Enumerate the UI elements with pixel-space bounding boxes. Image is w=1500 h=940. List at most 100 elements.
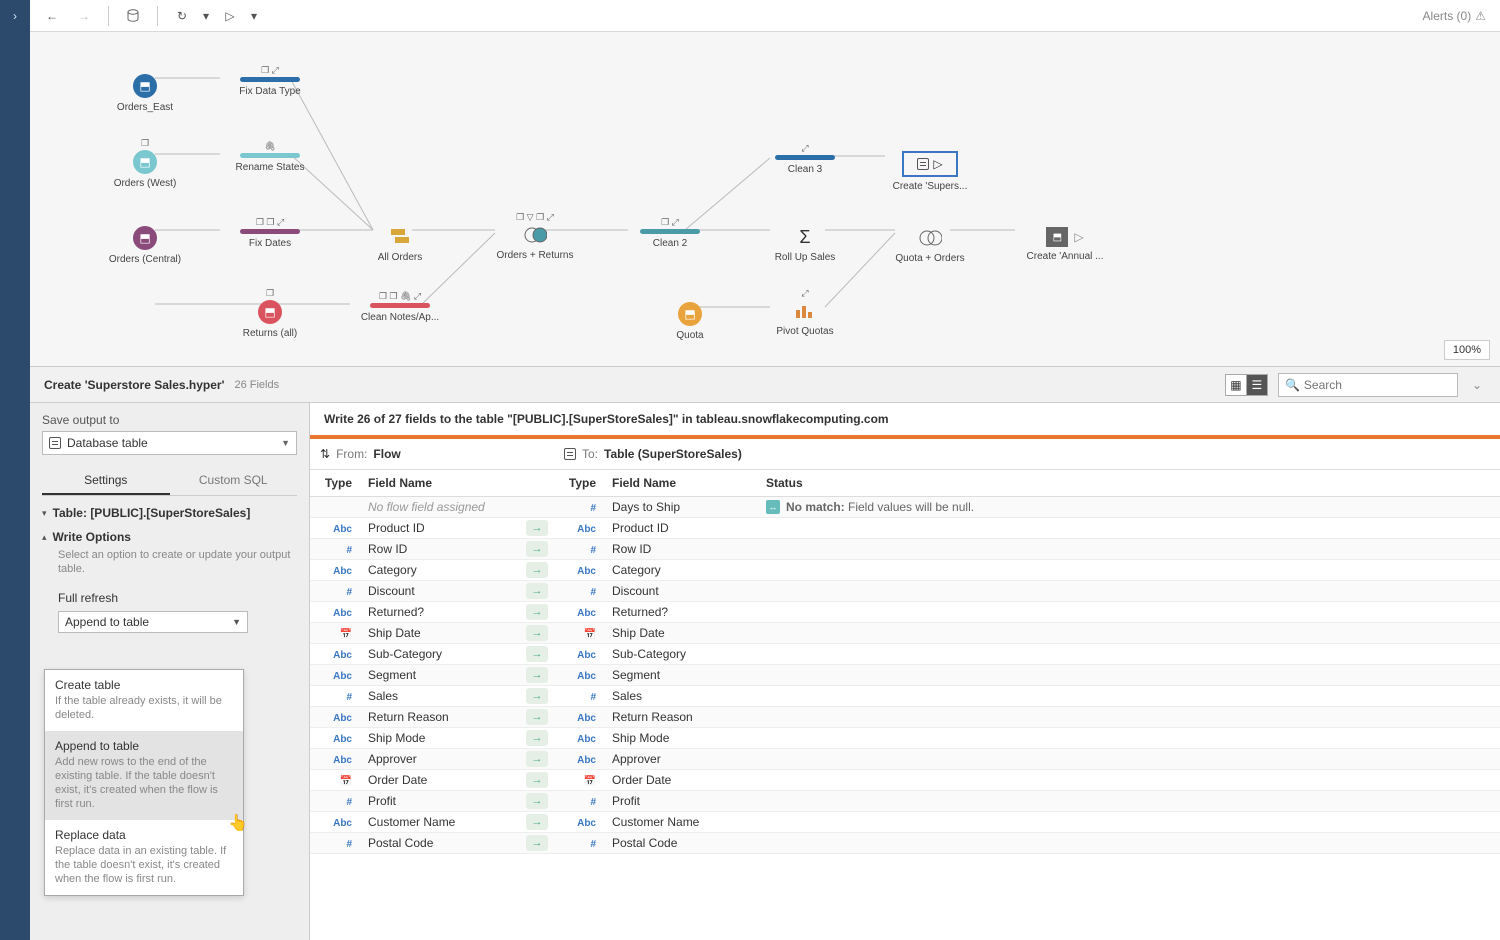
node-pivot[interactable]: ⤢ Pivot Quotas bbox=[760, 288, 850, 337]
mapping-row[interactable]: #Postal Code→#Postal Code bbox=[310, 833, 1500, 854]
datasource-icon: ⬒ bbox=[258, 300, 282, 324]
refresh-dropdown[interactable]: ▾ bbox=[200, 2, 212, 30]
mapping-rows[interactable]: No flow field assigned#Days to Ship↔No m… bbox=[310, 497, 1500, 940]
node-all-orders[interactable]: All Orders bbox=[355, 214, 445, 263]
node-orders-central[interactable]: ⬒ Orders (Central) bbox=[100, 214, 190, 265]
left-type: Abc bbox=[310, 521, 360, 535]
left-field: Approver bbox=[360, 752, 520, 766]
left-type: Abc bbox=[310, 710, 360, 724]
right-type: Abc bbox=[554, 521, 604, 535]
node-rename-states[interactable]: 🖇 Rename States bbox=[225, 141, 315, 173]
mapping-row[interactable]: AbcSegment→AbcSegment bbox=[310, 665, 1500, 686]
output-icon: ▷ bbox=[902, 151, 958, 177]
datasource-icon: ⬒ bbox=[133, 150, 157, 174]
col-field-name: Field Name bbox=[360, 470, 520, 496]
mapping-row[interactable]: AbcReturned?→AbcReturned? bbox=[310, 602, 1500, 623]
mapping-row[interactable]: AbcCategory→AbcCategory bbox=[310, 560, 1500, 581]
mapping-row[interactable]: #Row ID→#Row ID bbox=[310, 539, 1500, 560]
node-clean3[interactable]: ⤢ Clean 3 bbox=[760, 143, 850, 175]
mapping-row[interactable]: #Sales→#Sales bbox=[310, 686, 1500, 707]
mapping-row[interactable]: 📅Ship Date→📅Ship Date bbox=[310, 623, 1500, 644]
node-create-annual[interactable]: ⬒ ▷ Create 'Annual ... bbox=[1020, 215, 1110, 262]
left-field: Ship Mode bbox=[360, 731, 520, 745]
node-create-supers[interactable]: ▷ Create 'Supers... bbox=[885, 139, 975, 192]
left-type: # bbox=[310, 794, 360, 808]
map-arrow: → bbox=[520, 793, 554, 809]
left-field: No flow field assigned bbox=[360, 500, 520, 514]
mapping-row[interactable]: AbcProduct ID→AbcProduct ID bbox=[310, 518, 1500, 539]
node-quota-orders[interactable]: Quota + Orders bbox=[885, 215, 975, 264]
caret-down-icon: ▼ bbox=[281, 438, 290, 448]
left-type: # bbox=[310, 542, 360, 556]
data-icon[interactable] bbox=[119, 2, 147, 30]
mapping-row[interactable]: #Profit→#Profit bbox=[310, 791, 1500, 812]
write-summary: Write 26 of 27 fields to the table "[PUB… bbox=[310, 403, 1500, 435]
mapping-row[interactable]: AbcCustomer Name→AbcCustomer Name bbox=[310, 812, 1500, 833]
zoom-indicator[interactable]: 100% bbox=[1444, 340, 1490, 360]
view-list-button[interactable]: ☰ bbox=[1246, 374, 1268, 396]
to-label: To: bbox=[582, 447, 598, 461]
dropdown-item-create[interactable]: Create table If the table already exists… bbox=[45, 670, 243, 731]
left-field: Sales bbox=[360, 689, 520, 703]
forward-button[interactable]: → bbox=[70, 2, 98, 30]
dropdown-item-replace[interactable]: Replace data Replace data in an existing… bbox=[45, 820, 243, 895]
node-clean2[interactable]: ❐ ⤢ Clean 2 bbox=[625, 217, 715, 249]
node-orders-west[interactable]: ❐ ⬒ Orders (West) bbox=[100, 138, 190, 189]
table-section[interactable]: ▾ Table: [PUBLIC].[SuperStoreSales] bbox=[42, 506, 297, 520]
search-input[interactable] bbox=[1304, 378, 1451, 392]
node-orders-returns[interactable]: ❐ ▽ ❐ ⤢ Orders + Returns bbox=[490, 212, 580, 261]
config-tabs: Settings Custom SQL bbox=[42, 467, 297, 496]
expand-rail-icon[interactable]: › bbox=[6, 4, 24, 28]
right-type: Abc bbox=[554, 668, 604, 682]
join-icon bbox=[918, 227, 942, 249]
output-target-select[interactable]: Database table ▼ bbox=[42, 431, 297, 455]
right-type: # bbox=[554, 542, 604, 556]
flow-canvas[interactable]: ⬒ Orders_East ❐ ⬒ Orders (West) ⬒ Orders… bbox=[30, 32, 1500, 367]
to-value: Table (SuperStoreSales) bbox=[604, 447, 742, 461]
separator bbox=[108, 6, 109, 26]
mapping-row[interactable]: No flow field assigned#Days to Ship↔No m… bbox=[310, 497, 1500, 518]
view-grid-button[interactable]: ▦ bbox=[1225, 374, 1247, 396]
run-button[interactable]: ▷ bbox=[216, 2, 244, 30]
toolbar: ← → ↻ ▾ ▷ ▾ Alerts (0) ⚠ bbox=[30, 0, 1500, 32]
alerts-indicator[interactable]: Alerts (0) ⚠ bbox=[1423, 9, 1492, 23]
mapping-row[interactable]: 📅Order Date→📅Order Date bbox=[310, 770, 1500, 791]
node-quota[interactable]: ⬒ Quota bbox=[645, 290, 735, 341]
write-options-label: Write Options bbox=[53, 530, 131, 544]
left-field: Customer Name bbox=[360, 815, 520, 829]
right-type: # bbox=[554, 836, 604, 850]
left-field: Ship Date bbox=[360, 626, 520, 640]
node-fix-dates[interactable]: ❐ ❐ ⤢ Fix Dates bbox=[225, 217, 315, 249]
write-option-select[interactable]: Append to table ▼ bbox=[58, 611, 248, 633]
right-field: Segment bbox=[604, 668, 758, 682]
tab-settings[interactable]: Settings bbox=[42, 467, 170, 495]
write-options-section[interactable]: ▴ Write Options bbox=[42, 530, 297, 544]
node-orders-east[interactable]: ⬒ Orders_East bbox=[100, 62, 190, 113]
left-type: # bbox=[310, 584, 360, 598]
left-type: Abc bbox=[310, 752, 360, 766]
node-returns-all[interactable]: ❐ ⬒ Returns (all) bbox=[225, 288, 315, 339]
right-type: # bbox=[554, 794, 604, 808]
app-root: › ← → ↻ ▾ ▷ ▾ Alerts (0) ⚠ bbox=[0, 0, 1500, 940]
node-fix-data-type[interactable]: ❐ ⤢ Fix Data Type bbox=[225, 65, 315, 97]
right-field: Product ID bbox=[604, 521, 758, 535]
run-dropdown[interactable]: ▾ bbox=[248, 2, 260, 30]
right-type: 📅 bbox=[554, 626, 604, 640]
back-button[interactable]: ← bbox=[38, 2, 66, 30]
node-toolbar-icon: ❐ ⤢ bbox=[625, 217, 715, 227]
node-rollup[interactable]: Σ Roll Up Sales bbox=[760, 214, 850, 263]
mapping-row[interactable]: #Discount→#Discount bbox=[310, 581, 1500, 602]
node-clean-notes[interactable]: ❐ ❐ 🖇 ⤢ Clean Notes/Ap... bbox=[355, 291, 445, 323]
dropdown-item-append[interactable]: Append to table Add new rows to the end … bbox=[45, 731, 243, 820]
mapping-row[interactable]: AbcReturn Reason→AbcReturn Reason bbox=[310, 707, 1500, 728]
map-arrow: → bbox=[520, 583, 554, 599]
tab-custom-sql[interactable]: Custom SQL bbox=[170, 467, 298, 495]
mapping-row[interactable]: AbcApprover→AbcApprover bbox=[310, 749, 1500, 770]
search-box[interactable]: 🔍 bbox=[1278, 373, 1458, 397]
left-field: Order Date bbox=[360, 773, 520, 787]
mapping-row[interactable]: AbcSub-Category→AbcSub-Category bbox=[310, 644, 1500, 665]
refresh-button[interactable]: ↻ bbox=[168, 2, 196, 30]
mapping-header: ⇅ From: Flow To: Table (SuperStoreSales) bbox=[310, 439, 1500, 470]
mapping-row[interactable]: AbcShip Mode→AbcShip Mode bbox=[310, 728, 1500, 749]
collapse-chevron-icon[interactable]: ⌄ bbox=[1468, 378, 1486, 392]
